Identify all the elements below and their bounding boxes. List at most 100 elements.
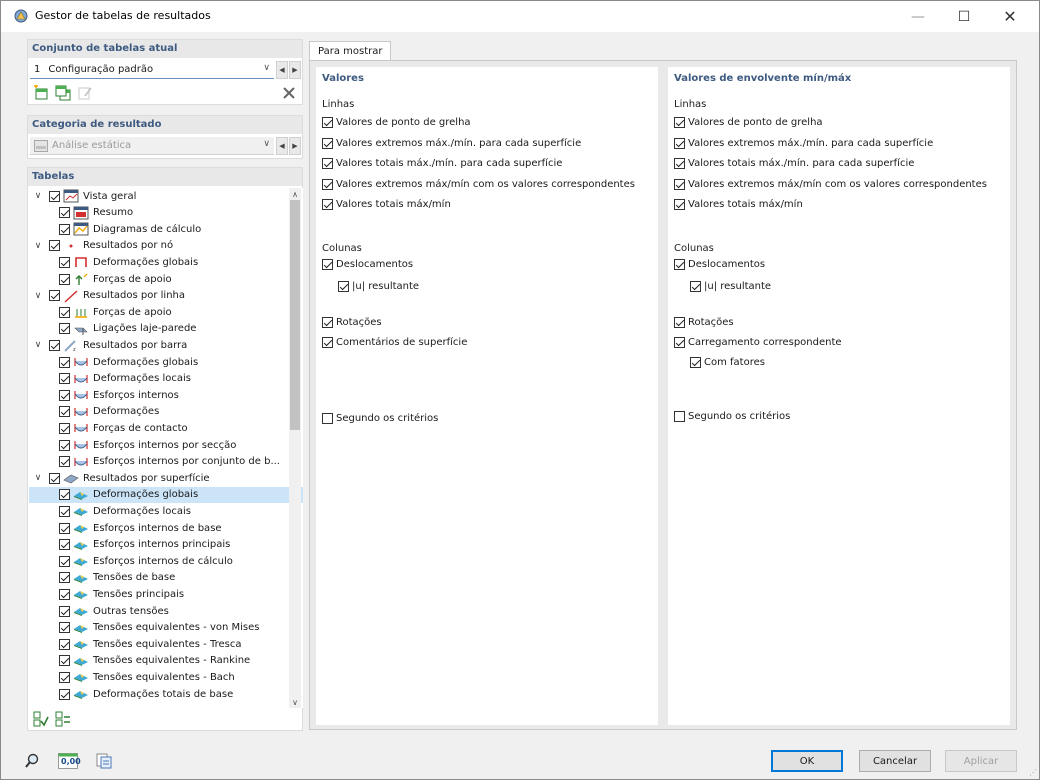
- checkbox[interactable]: [59, 671, 70, 683]
- checkbox[interactable]: [59, 389, 70, 401]
- tree-item[interactable]: Esforços internos por conjunto de b...: [29, 454, 303, 470]
- expand-chevron-icon[interactable]: ∨: [33, 473, 43, 483]
- checkbox[interactable]: [674, 117, 685, 128]
- next-set-button[interactable]: ▶: [289, 61, 301, 79]
- checkbox[interactable]: [59, 256, 70, 268]
- checkbox[interactable]: [322, 199, 333, 210]
- copy-set-button[interactable]: [54, 84, 72, 102]
- checkbox[interactable]: [49, 190, 60, 202]
- tree-item[interactable]: ∨ Resultados por nó: [29, 238, 303, 254]
- checkbox[interactable]: [49, 290, 60, 302]
- expand-chevron-icon[interactable]: ∨: [33, 191, 43, 201]
- option-checkbox-row[interactable]: Valores extremos máx./mín. para cada sup…: [674, 137, 933, 149]
- maximize-button[interactable]: ☐: [941, 1, 987, 32]
- checkbox[interactable]: [322, 317, 333, 328]
- delete-set-button[interactable]: [280, 84, 298, 102]
- current-set-combo[interactable]: 1 Configuração padrão ∨: [30, 61, 274, 79]
- checkbox[interactable]: [674, 178, 685, 190]
- new-set-button[interactable]: [32, 84, 50, 102]
- tree-item[interactable]: ∨ Resultados por linha: [29, 288, 303, 304]
- option-checkbox-row[interactable]: Deslocamentos: [674, 259, 765, 270]
- tree-item[interactable]: Esforços internos de base: [29, 520, 303, 536]
- option-checkbox-row[interactable]: Rotações: [674, 317, 734, 328]
- option-checkbox-row[interactable]: Valores extremos máx/mín com os valores …: [322, 178, 635, 190]
- checkbox[interactable]: [322, 337, 333, 348]
- tree-item[interactable]: Deformações locais: [29, 371, 303, 387]
- tree-item[interactable]: Forças de apoio: [29, 304, 303, 320]
- tree-scrollbar[interactable]: ∧ ∨: [289, 188, 301, 708]
- previous-set-button[interactable]: ◀: [276, 61, 288, 79]
- option-checkbox-row[interactable]: Valores extremos máx./mín. para cada sup…: [322, 137, 581, 149]
- checkbox[interactable]: [49, 472, 60, 484]
- tree-item[interactable]: Deformações globais: [29, 486, 303, 503]
- resize-grip-icon[interactable]: ⋰: [1029, 768, 1037, 777]
- checkbox[interactable]: [59, 622, 70, 634]
- checkbox[interactable]: [59, 373, 70, 385]
- cancel-button[interactable]: Cancelar: [859, 750, 931, 772]
- tree-item[interactable]: Deformações locais: [29, 503, 303, 519]
- checkbox[interactable]: [322, 137, 333, 149]
- checkbox[interactable]: [59, 273, 70, 285]
- tree-item[interactable]: ∨ Resultados por superfície: [29, 470, 303, 486]
- ok-button[interactable]: OK: [771, 750, 843, 772]
- expand-chevron-icon[interactable]: ∨: [33, 241, 43, 251]
- decimals-button[interactable]: 0,00: [57, 751, 81, 771]
- tree-item[interactable]: Esforços internos principais: [29, 537, 303, 553]
- option-checkbox-row[interactable]: Rotações: [322, 317, 382, 328]
- checkbox[interactable]: [59, 588, 70, 600]
- tree-item[interactable]: Diagramas de cálculo: [29, 221, 303, 237]
- tree-item[interactable]: Forças de contacto: [29, 420, 303, 436]
- next-category-button[interactable]: ▶: [289, 137, 301, 155]
- criteria-checkbox-row[interactable]: Segundo os critérios: [674, 411, 790, 422]
- option-checkbox-row[interactable]: Valores totais máx./mín. para cada super…: [674, 158, 914, 169]
- apply-button[interactable]: Aplicar: [945, 750, 1017, 772]
- checkbox[interactable]: [322, 117, 333, 128]
- checkbox[interactable]: [59, 605, 70, 617]
- tree-item[interactable]: Esforços internos de cálculo: [29, 553, 303, 569]
- checkbox[interactable]: [59, 522, 70, 534]
- result-category-combo[interactable]: Análise estática ∨: [30, 137, 274, 155]
- checkbox[interactable]: [322, 158, 333, 169]
- scroll-down-icon[interactable]: ∨: [289, 696, 301, 708]
- checkbox[interactable]: [59, 323, 70, 335]
- checkbox[interactable]: [322, 413, 333, 424]
- option-checkbox-row[interactable]: Valores extremos máx/mín com os valores …: [674, 178, 987, 190]
- checkbox[interactable]: [59, 505, 70, 517]
- checkbox[interactable]: [59, 489, 70, 501]
- option-checkbox-row[interactable]: Valores de ponto de grelha: [674, 117, 823, 128]
- tab-para-mostrar[interactable]: Para mostrar: [309, 41, 392, 61]
- edit-set-button[interactable]: [76, 84, 94, 102]
- checkbox[interactable]: [59, 638, 70, 650]
- checkbox[interactable]: [59, 439, 70, 451]
- tree-item[interactable]: Outras tensões: [29, 603, 303, 619]
- checkbox[interactable]: [59, 406, 70, 418]
- checkbox[interactable]: [59, 688, 70, 700]
- option-checkbox-row[interactable]: Valores totais máx/mín: [322, 199, 451, 210]
- option-checkbox-row[interactable]: Carregamento correspondente: [674, 337, 842, 348]
- checkbox[interactable]: [59, 422, 70, 434]
- checkbox[interactable]: [59, 207, 70, 219]
- checkbox[interactable]: [690, 357, 701, 368]
- minimize-button[interactable]: —: [895, 1, 941, 32]
- tree-item[interactable]: Tensões equivalentes - von Mises: [29, 620, 303, 636]
- tree-item[interactable]: Tensões equivalentes - Rankine: [29, 653, 303, 669]
- checkbox[interactable]: [322, 178, 333, 190]
- tree-item[interactable]: Tensões equivalentes - Tresca: [29, 636, 303, 652]
- tree-item[interactable]: Tensões de base: [29, 570, 303, 586]
- checkbox[interactable]: [59, 655, 70, 667]
- checkbox[interactable]: [674, 337, 685, 348]
- option-checkbox-row[interactable]: Valores de ponto de grelha: [322, 117, 471, 128]
- checkbox[interactable]: [338, 281, 349, 292]
- option-checkbox-row[interactable]: Valores totais máx./mín. para cada super…: [322, 158, 562, 169]
- option-checkbox-row[interactable]: Comentários de superfície: [322, 337, 467, 348]
- tree-item[interactable]: Deformações globais: [29, 254, 303, 270]
- option-checkbox-row[interactable]: |u| resultante: [338, 281, 419, 292]
- tree-item[interactable]: Ligações laje-parede: [29, 321, 303, 337]
- tree-item[interactable]: Resumo: [29, 205, 303, 221]
- option-checkbox-row[interactable]: |u| resultante: [690, 281, 771, 292]
- option-checkbox-row[interactable]: Com fatores: [690, 357, 765, 368]
- checkbox[interactable]: [59, 306, 70, 318]
- tree-item[interactable]: Deformações totais de base: [29, 686, 303, 702]
- check-all-button[interactable]: [32, 710, 50, 728]
- checkbox[interactable]: [674, 199, 685, 210]
